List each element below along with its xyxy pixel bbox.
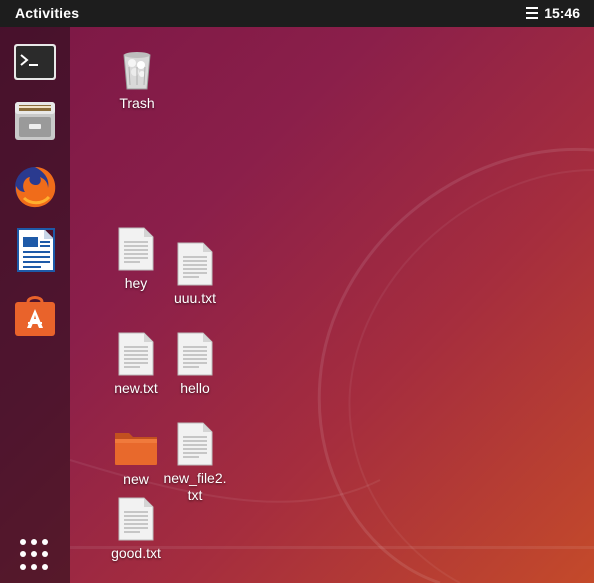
text-file-icon <box>118 332 154 376</box>
dock-files[interactable] <box>12 98 58 144</box>
dock <box>0 27 70 583</box>
trash-icon <box>123 52 151 90</box>
desktop-icon-label: uuu.txt <box>173 290 217 306</box>
text-file-icon <box>177 332 213 376</box>
desktop-bottom-edge <box>70 546 594 549</box>
desktop-icon-trash[interactable]: Trash <box>102 47 172 112</box>
desktop-icon-file[interactable]: new_file2. txt <box>160 422 230 504</box>
dock-libreoffice-writer[interactable] <box>12 227 58 273</box>
shopping-bag-icon <box>15 296 55 336</box>
activities-button[interactable]: Activities <box>15 5 79 21</box>
top-bar: Activities 15:46 <box>0 0 594 27</box>
clock[interactable]: 15:46 <box>544 5 580 21</box>
folder-icon <box>115 433 157 465</box>
desktop-icon-file[interactable]: hello <box>160 332 230 397</box>
text-file-icon <box>118 227 154 271</box>
wallpaper-swirl <box>69 147 594 583</box>
firefox-icon <box>15 167 56 208</box>
text-file-icon <box>118 497 154 541</box>
dock-ubuntu-software[interactable] <box>12 292 58 338</box>
desktop-icon-file[interactable]: uuu.txt <box>160 242 230 307</box>
text-file-icon <box>177 242 213 286</box>
libreoffice-writer-icon <box>17 228 55 272</box>
system-status-area[interactable]: 15:46 <box>526 5 580 21</box>
desktop-icon-file[interactable]: good.txt <box>101 497 171 562</box>
desktop-icon-label: Trash <box>119 95 155 111</box>
apps-grid-icon[interactable] <box>20 539 52 571</box>
dock-firefox[interactable] <box>12 164 58 210</box>
file-cabinet-icon <box>15 102 55 140</box>
text-file-icon <box>177 422 213 466</box>
desktop-icon-label: hello <box>180 380 210 396</box>
dock-terminal[interactable] <box>12 40 58 86</box>
system-menu-icon[interactable] <box>526 7 539 19</box>
terminal-icon <box>14 44 56 80</box>
